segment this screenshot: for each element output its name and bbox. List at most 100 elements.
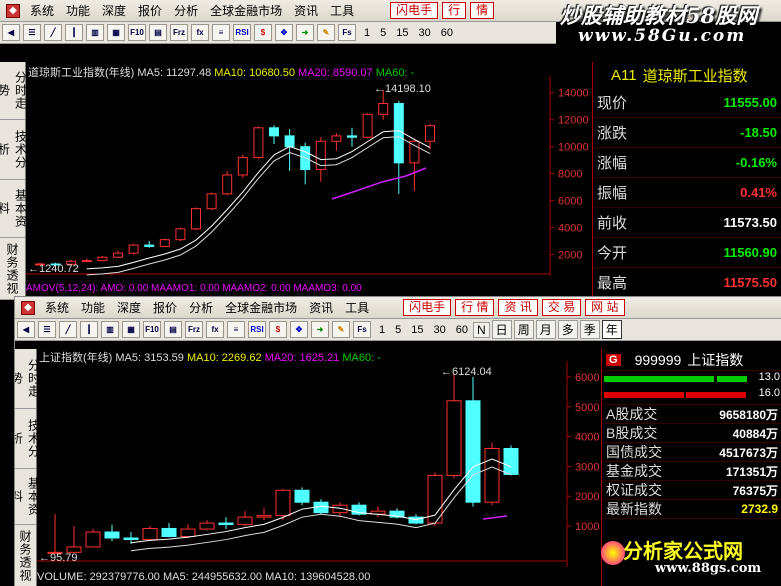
- period-year[interactable]: 年: [601, 320, 622, 339]
- trade-button[interactable]: 交 易: [541, 299, 582, 316]
- menu-icon-2[interactable]: ☰: [38, 321, 56, 338]
- dollar-icon-2[interactable]: $: [269, 321, 287, 338]
- pen-icon[interactable]: ✎: [317, 24, 335, 41]
- menu-global-market[interactable]: 全球金融市场: [204, 0, 288, 22]
- rsi-icon-2[interactable]: RSI: [248, 321, 266, 338]
- info-row-label: 今开: [597, 245, 628, 262]
- formula-icon-2[interactable]: fx: [206, 321, 224, 338]
- period-15[interactable]: 15: [391, 27, 413, 39]
- low-price-label: ←95.79: [39, 552, 78, 564]
- candle-icon-2[interactable]: ┃: [80, 321, 98, 338]
- menu-tools[interactable]: 工具: [324, 0, 360, 22]
- info-row-label: 涨跌: [597, 125, 628, 142]
- top-kline-chart[interactable]: 14000 12000 10000 8000 6000 4000 2000 ←14198.10…: [26, 76, 592, 276]
- flash-trade-button[interactable]: 闪电手: [390, 2, 439, 19]
- candle-body: [347, 135, 357, 138]
- candle-body: [378, 103, 389, 115]
- info-row: A股成交 9658180万: [602, 405, 781, 424]
- f10-icon[interactable]: F10: [128, 24, 146, 41]
- stack-icon[interactable]: ≡: [212, 24, 230, 41]
- tab-technical[interactable]: 技术分析: [0, 120, 28, 180]
- grid-icon-2[interactable]: ▦: [122, 321, 140, 338]
- bottom-kline-chart[interactable]: 6000 5000 4000 3000 2000 1000 ←6124.04 ←95.79: [37, 361, 599, 567]
- formula-icon[interactable]: fx: [191, 24, 209, 41]
- low-price-label: ←1240.72: [28, 263, 79, 275]
- move-icon-2[interactable]: ✥: [290, 321, 308, 338]
- period-quarter[interactable]: 季: [579, 320, 600, 339]
- menu-function-2[interactable]: 功能: [75, 297, 111, 319]
- period-1-b[interactable]: 1: [374, 324, 390, 336]
- tab-technical-2[interactable]: 技术分析: [15, 409, 41, 469]
- candle-body: [237, 156, 248, 176]
- menu-analysis-2[interactable]: 分析: [183, 297, 219, 319]
- bottom-side-tabs: 分时走势 技术分析 基本资料 财务透视: [15, 349, 41, 586]
- candle-body: [206, 193, 217, 210]
- tab-financials[interactable]: 财务透视: [0, 238, 25, 300]
- tab-intraday-2[interactable]: 分时走势: [15, 349, 41, 409]
- dollar-icon[interactable]: $: [254, 24, 272, 41]
- line-chart-icon[interactable]: ╱: [44, 24, 62, 41]
- tab-financials-2[interactable]: 财务透视: [15, 525, 36, 586]
- tab-fundamentals[interactable]: 基本资料: [0, 180, 28, 238]
- menu-news[interactable]: 资讯: [288, 0, 324, 22]
- menu-analysis[interactable]: 分析: [168, 0, 204, 22]
- move-icon[interactable]: ✥: [275, 24, 293, 41]
- quote-button-2[interactable]: 情: [470, 2, 495, 19]
- menu-depth[interactable]: 深度: [96, 0, 132, 22]
- period-30[interactable]: 30: [414, 27, 436, 39]
- bar-chart-icon-2[interactable]: ▥: [101, 321, 119, 338]
- fn-icon[interactable]: Frz: [170, 24, 188, 41]
- chart-icon[interactable]: ▤: [149, 24, 167, 41]
- menu-tools-2[interactable]: 工具: [339, 297, 375, 319]
- fs-icon[interactable]: Fs: [338, 24, 356, 41]
- info-row-label: 最高: [597, 275, 628, 292]
- period-1[interactable]: 1: [359, 27, 375, 39]
- fs-icon-2[interactable]: Fs: [353, 321, 371, 338]
- bar-chart-icon[interactable]: ▥: [86, 24, 104, 41]
- f10-icon-2[interactable]: F10: [143, 321, 161, 338]
- stack-icon-2[interactable]: ≡: [227, 321, 245, 338]
- flash-trade-button-2[interactable]: 闪电手: [403, 299, 452, 316]
- news-button[interactable]: 资 讯: [498, 299, 538, 316]
- period-60[interactable]: 60: [436, 27, 458, 39]
- menu-function[interactable]: 功能: [60, 0, 96, 22]
- period-month[interactable]: 月: [535, 320, 556, 339]
- market-button[interactable]: 行 情: [455, 299, 495, 316]
- menu-system[interactable]: 系统: [24, 0, 60, 22]
- menu-quote[interactable]: 报价: [132, 0, 168, 22]
- grid-icon[interactable]: ▦: [107, 24, 125, 41]
- export-icon-2[interactable]: ➜: [311, 321, 329, 338]
- period-day[interactable]: 日: [491, 320, 512, 339]
- info-row: 权证成交 76375万: [602, 481, 781, 500]
- period-5[interactable]: 5: [375, 27, 391, 39]
- candle-body: [142, 527, 158, 540]
- line-chart-icon-2[interactable]: ╱: [59, 321, 77, 338]
- menu-icon[interactable]: ☰: [23, 24, 41, 41]
- menu-quote-2[interactable]: 报价: [147, 297, 183, 319]
- period-60-b[interactable]: 60: [451, 324, 473, 336]
- menu-depth-2[interactable]: 深度: [111, 297, 147, 319]
- period-n[interactable]: N: [473, 321, 490, 338]
- chart-icon-2[interactable]: ▤: [164, 321, 182, 338]
- period-multi[interactable]: 多: [557, 320, 578, 339]
- candle-icon[interactable]: ┃: [65, 24, 83, 41]
- rsi-icon[interactable]: RSI: [233, 24, 251, 41]
- website-button[interactable]: 网 站: [585, 299, 625, 316]
- export-icon[interactable]: ➜: [296, 24, 314, 41]
- period-15-b[interactable]: 15: [406, 324, 428, 336]
- tab-intraday[interactable]: 分时走势: [0, 62, 28, 120]
- menu-news-2[interactable]: 资讯: [303, 297, 339, 319]
- tab-fundamentals-2[interactable]: 基本资料: [15, 469, 41, 525]
- pen-icon-2[interactable]: ✎: [332, 321, 350, 338]
- menu-system-2[interactable]: 系统: [39, 297, 75, 319]
- back-icon-2[interactable]: ◀: [17, 321, 35, 338]
- menu-global-market-2[interactable]: 全球金融市场: [219, 297, 303, 319]
- back-icon[interactable]: ◀: [2, 24, 20, 41]
- fn-icon-2[interactable]: Frz: [185, 321, 203, 338]
- period-30-b[interactable]: 30: [429, 324, 451, 336]
- period-5-b[interactable]: 5: [390, 324, 406, 336]
- period-week[interactable]: 周: [513, 320, 534, 339]
- info-row: 基金成交 171351万: [602, 462, 781, 481]
- candle-body: [199, 522, 215, 530]
- quote-button[interactable]: 行: [442, 2, 467, 19]
